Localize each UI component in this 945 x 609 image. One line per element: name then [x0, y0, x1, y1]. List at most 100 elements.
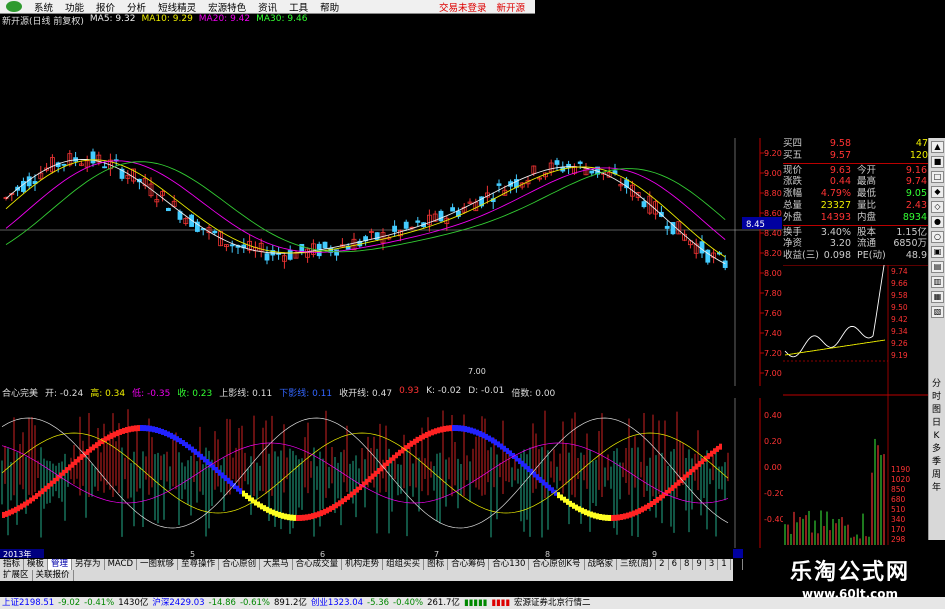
- toolbar-btn-8-icon[interactable]: ▣: [931, 246, 944, 258]
- indicator-wave-point: [413, 438, 416, 445]
- indicator-wave-point: [50, 480, 53, 487]
- price-tick: 8.20: [764, 249, 782, 258]
- indicator-wave-point: [692, 466, 695, 473]
- indicator-wave-point: [599, 513, 602, 520]
- tab-item[interactable]: 合心130: [489, 559, 530, 570]
- ind-close-line: 收开线: 0.47: [339, 389, 393, 399]
- period-selector[interactable]: 分时图日K多季周年: [929, 378, 944, 495]
- indicator-wave-point: [569, 500, 572, 507]
- indicator-wave-point: [311, 513, 314, 520]
- tab-item[interactable]: 图标: [424, 559, 449, 570]
- indicator-wave-point: [467, 426, 470, 433]
- tab-item[interactable]: 组组买买: [383, 559, 425, 570]
- indicator-chart[interactable]: 0.40 0.20 0.00 -0.20 -0.40: [0, 398, 783, 548]
- tab-item[interactable]: 三统(周): [617, 559, 657, 570]
- toolbar-btn-6-icon[interactable]: ●: [931, 216, 944, 228]
- indicator-wave-point: [542, 479, 545, 486]
- menu-quote[interactable]: 报价: [96, 0, 115, 14]
- toolbar-btn-10-icon[interactable]: ▥: [931, 276, 944, 288]
- indicator-wave-point: [299, 514, 302, 521]
- indicator-wave-point: [20, 503, 23, 510]
- tab-item[interactable]: 8: [681, 559, 694, 570]
- tab-item[interactable]: 指标: [0, 559, 25, 570]
- indicator-wave-point: [8, 509, 11, 516]
- period-option[interactable]: 图: [929, 404, 944, 417]
- period-option[interactable]: 分: [929, 378, 944, 391]
- period-option[interactable]: 年: [929, 482, 944, 495]
- quote-label: 总量: [783, 199, 803, 211]
- watermark-title: 乐淘公式网: [789, 560, 910, 585]
- indicator-wave-point: [62, 469, 65, 476]
- tab-item[interactable]: 6: [669, 559, 681, 570]
- tab-item[interactable]: 5: [743, 559, 756, 570]
- tab-item[interactable]: 大黑马: [260, 559, 293, 570]
- toolbar-btn-9-icon[interactable]: ▤: [931, 261, 944, 273]
- period-option[interactable]: 日: [929, 417, 944, 430]
- tab-item[interactable]: 2: [656, 559, 669, 570]
- tab-item[interactable]: 至尊操作: [178, 559, 220, 570]
- toolbar-btn-7-icon[interactable]: ○: [931, 231, 944, 243]
- toolbar-btn-3-icon[interactable]: □: [931, 171, 944, 183]
- quote-value: 14393: [820, 211, 851, 223]
- status-sh[interactable]: 上证2198.51: [2, 597, 54, 609]
- quote-row: 买五 9.57 120: [783, 150, 928, 162]
- tab-item[interactable]: 战略家: [585, 559, 618, 570]
- period-option[interactable]: 季: [929, 456, 944, 469]
- toolbar-btn-2-icon[interactable]: ■: [931, 156, 944, 168]
- menu-function[interactable]: 功能: [65, 0, 84, 14]
- period-option[interactable]: 周: [929, 469, 944, 482]
- menu-system[interactable]: 系统: [34, 0, 53, 14]
- indicator-wave-point: [671, 484, 674, 491]
- toolbar-btn-1-icon[interactable]: ▲: [931, 141, 944, 153]
- indicator-wave-point: [224, 475, 227, 482]
- indicator-wave-point: [110, 432, 113, 439]
- tab-item[interactable]: 合心筹码: [448, 559, 490, 570]
- tab-item[interactable]: 合心成交量: [293, 559, 343, 570]
- tab-item[interactable]: 合心原创: [219, 559, 261, 570]
- tab-extend[interactable]: 扩展区: [0, 570, 33, 581]
- toolbar-btn-12-icon[interactable]: ▧: [931, 306, 944, 318]
- period-option[interactable]: K: [929, 430, 944, 443]
- tab-item[interactable]: 一图就够: [137, 559, 179, 570]
- time-axis-9: 9: [652, 550, 657, 559]
- minute-tick: 9.66: [891, 279, 908, 288]
- quote-value: 0.098: [823, 250, 851, 262]
- stock-name-link[interactable]: 新开源: [496, 0, 525, 14]
- tab-item[interactable]: 1: [718, 559, 731, 570]
- indicator-wave-point: [89, 446, 92, 453]
- tab-item[interactable]: 3: [706, 559, 719, 570]
- tab-item[interactable]: 管理: [48, 559, 73, 570]
- toolbar-btn-11-icon[interactable]: ▦: [931, 291, 944, 303]
- period-option[interactable]: 多: [929, 443, 944, 456]
- tab-item[interactable]: MACD: [105, 559, 138, 570]
- minute-tick: 9.34: [891, 327, 908, 336]
- tab-item[interactable]: 9: [693, 559, 706, 570]
- menu-analysis[interactable]: 分析: [127, 0, 146, 14]
- candle-body: [229, 244, 235, 247]
- tab-item[interactable]: 模板: [24, 559, 49, 570]
- menu-help[interactable]: 帮助: [320, 0, 339, 14]
- menu-hongyuan[interactable]: 宏源特色: [208, 0, 246, 14]
- period-option[interactable]: 时: [929, 391, 944, 404]
- indicator-wave-point: [272, 509, 275, 516]
- trade-login-link[interactable]: 交易未登录: [439, 0, 487, 14]
- status-sz[interactable]: 沪深2429.03: [152, 597, 204, 609]
- menu-short-line[interactable]: 短线精灵: [158, 0, 196, 14]
- quote-label: 净资: [783, 238, 803, 250]
- tab-item[interactable]: 机构走势: [342, 559, 384, 570]
- toolbar-btn-5-icon[interactable]: ◇: [931, 201, 944, 213]
- quote-value-2: 9.74: [905, 176, 927, 188]
- toolbar-btn-4-icon[interactable]: ◆: [931, 186, 944, 198]
- indicator-wave-point: [623, 513, 626, 520]
- minute-chart[interactable]: 9.74 9.66 9.58 9.50 9.42 9.34 9.26 9.19 1190102…: [783, 265, 928, 545]
- menu-news[interactable]: 资讯: [258, 0, 277, 14]
- tab-item[interactable]: 4: [731, 559, 744, 570]
- tab-related[interactable]: 关联报价: [33, 570, 74, 581]
- tab-item[interactable]: 合心原创K号: [529, 559, 585, 570]
- tab-item[interactable]: 另存为: [72, 559, 105, 570]
- indicator-wave-point: [197, 451, 200, 458]
- price-tick: 7.20: [764, 349, 782, 358]
- menu-tools[interactable]: 工具: [289, 0, 308, 14]
- indicator-wave-point: [581, 507, 584, 514]
- status-cy[interactable]: 创业1323.04: [311, 597, 363, 609]
